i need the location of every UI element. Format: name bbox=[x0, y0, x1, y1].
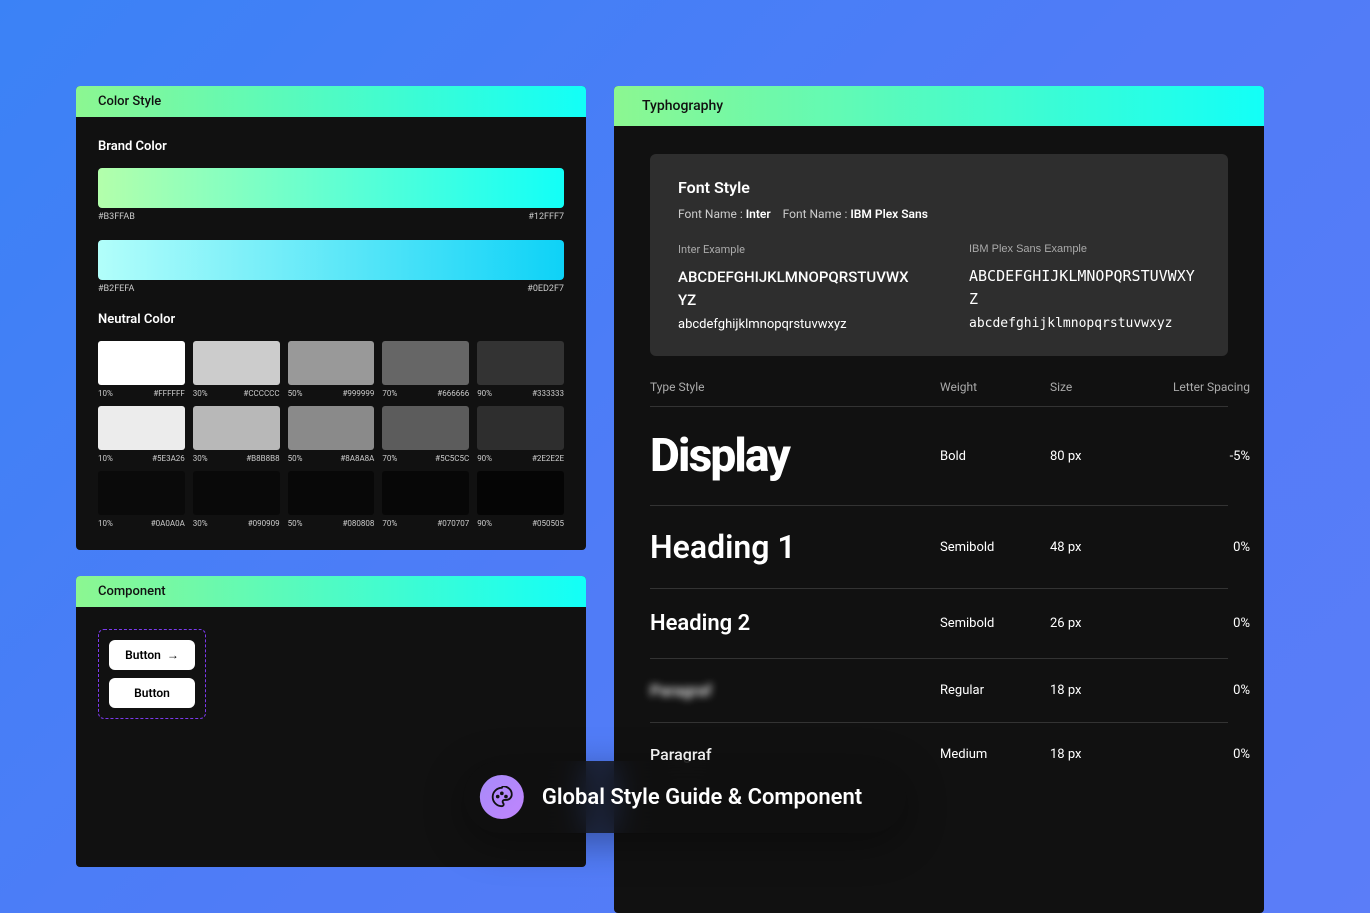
gradient-1-start: #B3FFAB bbox=[98, 212, 135, 222]
color-swatch: 10%#0A0A0A bbox=[98, 471, 185, 528]
color-swatch: 50%#999999 bbox=[288, 341, 375, 398]
color-swatch: 70%#666666 bbox=[382, 341, 469, 398]
type-style-row: Heading 1Semibold48 px0% bbox=[650, 505, 1228, 588]
button-label: Button bbox=[125, 648, 161, 662]
color-swatch: 50%#080808 bbox=[288, 471, 375, 528]
color-swatch: 90%#2E2E2E bbox=[477, 406, 564, 463]
ibm-plex-example: IBM Plex Sans Example ABCDEFGHIJKLMNOPQR… bbox=[969, 243, 1200, 332]
typography-header: Typhography bbox=[614, 86, 1264, 126]
sample-button[interactable]: Button bbox=[109, 678, 195, 708]
font-names: Font Name : Inter Font Name : IBM Plex S… bbox=[678, 207, 1200, 221]
color-swatch: 10%#FFFFFF bbox=[98, 341, 185, 398]
color-swatch: 70%#5C5C5C bbox=[382, 406, 469, 463]
type-style-row: Heading 2Semibold26 px0% bbox=[650, 588, 1228, 658]
sample-button-arrow[interactable]: Button → bbox=[109, 640, 195, 670]
palette-icon bbox=[480, 775, 524, 819]
brand-gradient-2 bbox=[98, 240, 564, 280]
gradient-1-end: #12FFF7 bbox=[528, 212, 564, 222]
component-frame: Button → Button bbox=[98, 629, 206, 719]
color-swatch: 70%#070707 bbox=[382, 471, 469, 528]
type-style-row: DisplayBold80 px-5% bbox=[650, 406, 1228, 505]
color-swatch: 10%#5E3A26 bbox=[98, 406, 185, 463]
font-style-block: Font Style Font Name : Inter Font Name :… bbox=[650, 154, 1228, 356]
color-swatch: 50%#8A8A8A bbox=[288, 406, 375, 463]
gradient-2-start: #B2FEFA bbox=[98, 284, 134, 294]
color-swatch: 90%#050505 bbox=[477, 471, 564, 528]
title-pill: Global Style Guide & Component bbox=[464, 761, 906, 833]
inter-example: Inter Example ABCDEFGHIJKLMNOPQRSTUVWXYZ… bbox=[678, 243, 909, 332]
color-swatch: 30%#090909 bbox=[193, 471, 280, 528]
neutral-color-title: Neutral Color bbox=[98, 312, 564, 327]
arrow-right-icon: → bbox=[167, 649, 179, 661]
color-swatch: 90%#333333 bbox=[477, 341, 564, 398]
brand-color-title: Brand Color bbox=[98, 139, 564, 154]
type-style-row: ParagrafRegular18 px0% bbox=[650, 658, 1228, 722]
color-swatch: 30%#CCCCCC bbox=[193, 341, 280, 398]
color-style-panel: Color Style Brand Color #B3FFAB #12FFF7 … bbox=[76, 86, 586, 550]
color-style-header: Color Style bbox=[76, 86, 586, 117]
button-label: Button bbox=[134, 686, 170, 700]
pill-label: Global Style Guide & Component bbox=[542, 785, 862, 810]
type-table-header: Type Style Weight Size Letter Spacing bbox=[650, 380, 1228, 406]
brand-gradient-1 bbox=[98, 168, 564, 208]
font-style-title: Font Style bbox=[678, 178, 1200, 197]
component-header: Component bbox=[76, 576, 586, 607]
gradient-2-end: #0ED2F7 bbox=[527, 284, 564, 294]
color-swatch: 30%#B8B8B8 bbox=[193, 406, 280, 463]
